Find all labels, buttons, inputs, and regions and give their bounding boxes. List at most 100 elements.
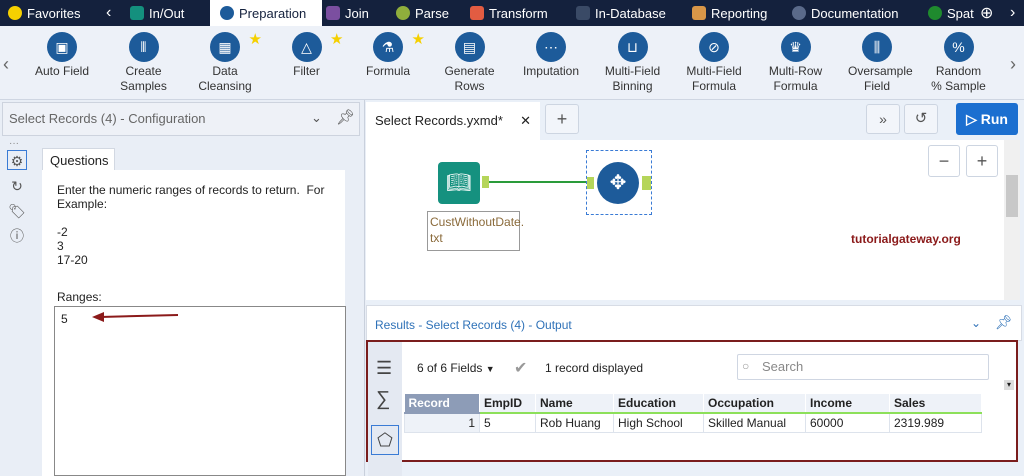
cell[interactable]: 2319.989: [889, 412, 982, 433]
input-anchor[interactable]: [587, 177, 594, 189]
scroll-right-icon[interactable]: ›: [1010, 54, 1016, 75]
category-tab-spat[interactable]: Spat: [928, 0, 974, 26]
tool-create-samples[interactable]: ⫴ Create Samples: [103, 32, 185, 94]
results-header: Results - Select Records (4) - Output ⌄ …: [366, 305, 1022, 341]
col-header[interactable]: Sales: [889, 394, 982, 414]
pin-icon[interactable]: 📌︎: [995, 314, 1013, 331]
search-placeholder: Search: [762, 359, 804, 374]
category-tab-documentation[interactable]: Documentation: [792, 0, 898, 26]
category-icon: [692, 6, 706, 20]
chevron-down-icon[interactable]: ⌄: [311, 110, 322, 126]
canvas-scrollbar[interactable]: [1004, 140, 1020, 300]
category-tab-join[interactable]: Join: [326, 0, 369, 26]
tool-filter[interactable]: △ Filter ★: [266, 32, 348, 79]
category-tab-transform[interactable]: Transform: [470, 0, 548, 26]
add-category-icon[interactable]: ⊕: [980, 0, 993, 26]
new-tab-button[interactable]: +: [545, 104, 579, 134]
col-header[interactable]: Record: [404, 394, 480, 414]
run-button[interactable]: ▷ Run: [956, 103, 1018, 135]
fields-list-icon[interactable]: ☰: [376, 358, 392, 379]
tool-multi-field-binning[interactable]: ⊔ Multi-Field Binning: [592, 32, 674, 94]
fields-dropdown[interactable]: 6 of 6 Fields ▼: [417, 361, 495, 375]
tool-auto-field[interactable]: ▣ Auto Field: [21, 32, 103, 79]
cell[interactable]: 1: [404, 412, 480, 433]
tab-questions[interactable]: Questions: [42, 148, 115, 171]
tool-icon: ▣: [47, 32, 77, 62]
tool-multi-row-formula[interactable]: ♛ Multi-Row Formula: [755, 32, 837, 94]
col-header[interactable]: Education: [613, 394, 704, 414]
tool-label: Auto Field: [34, 64, 90, 78]
record-count: 1 record displayed: [545, 361, 644, 375]
workflow-canvas[interactable]: − + 📖︎ ✥ CustWithoutDate. txt tutorialga…: [366, 140, 1004, 300]
ranges-input[interactable]: 5: [54, 306, 346, 476]
category-icon: [792, 6, 806, 20]
tool-icon: ⚗: [373, 32, 403, 62]
search-input[interactable]: ○ Search: [737, 354, 989, 380]
doc-tab-label: Select Records.yxmd*: [375, 113, 503, 128]
tool-data-cleansing[interactable]: ▦ Data Cleansing ★: [184, 32, 266, 94]
data-view-icon[interactable]: ⬠: [371, 425, 399, 455]
tool-label: Create Samples: [120, 64, 167, 93]
col-header[interactable]: EmpID: [479, 394, 536, 414]
category-label: Join: [345, 5, 369, 21]
close-icon[interactable]: ✕: [520, 113, 531, 129]
results-sidebar: ☰ ∑ ⬠: [368, 342, 402, 476]
chevron-down-icon[interactable]: ⌄: [971, 316, 981, 330]
tool-icon: ♛: [780, 32, 811, 62]
star-icon: ★: [411, 31, 425, 48]
category-tab-parse[interactable]: Parse: [396, 0, 449, 26]
category-label: Parse: [415, 5, 449, 21]
history-icon[interactable]: ↺: [904, 104, 938, 134]
chevron-left-icon[interactable]: ‹: [106, 0, 111, 26]
col-header[interactable]: Occupation: [703, 394, 806, 414]
arrow-annotation-icon: [92, 312, 179, 322]
col-header[interactable]: Name: [535, 394, 614, 414]
output-anchor[interactable]: [482, 176, 489, 188]
cell[interactable]: Rob Huang: [535, 412, 614, 433]
select-records-node[interactable]: ✥: [586, 150, 652, 215]
tool-imputation[interactable]: ⋯ Imputation: [510, 32, 592, 79]
zoom-in-button[interactable]: +: [966, 145, 998, 177]
tool-random-sample[interactable]: % Random % Sample: [918, 32, 1000, 94]
play-icon: ▷: [966, 111, 981, 127]
tool-oversample-field[interactable]: ⫼ Oversample Field: [836, 32, 918, 94]
category-tab-in-out[interactable]: In/Out: [130, 0, 184, 26]
table-row[interactable]: 1 5 Rob Huang High School Skilled Manual…: [404, 412, 982, 433]
tool-label: Imputation: [522, 64, 580, 78]
watermark: tutorialgateway.org: [851, 232, 961, 246]
category-label: Reporting: [711, 5, 768, 21]
caret-down-icon: ▼: [485, 364, 495, 374]
category-tab-in-database[interactable]: In-Database: [576, 0, 666, 26]
tool-generate-rows[interactable]: ▤ Generate Rows: [429, 32, 511, 94]
tab-select-records[interactable]: Select Records.yxmd* ✕: [366, 102, 540, 140]
tool-formula[interactable]: ⚗ Formula ★: [347, 32, 429, 79]
tool-multi-field-formula[interactable]: ⊘ Multi-Field Formula: [673, 32, 755, 94]
cell[interactable]: High School: [613, 412, 704, 433]
chevron-right-icon[interactable]: ›: [1010, 0, 1015, 26]
category-tab-preparation[interactable]: Preparation: [210, 0, 322, 26]
tool-palette: ‹ › ▣ Auto Field ⫴ Create Samples ▦ Data Clea…: [0, 26, 1024, 100]
cell[interactable]: Skilled Manual: [703, 412, 806, 433]
scroll-down-icon[interactable]: ▾: [1004, 380, 1014, 390]
category-tab-favorites[interactable]: Favorites: [8, 0, 80, 26]
expand-icon[interactable]: »: [866, 104, 900, 134]
input-node-label: CustWithoutDate. txt: [427, 211, 524, 251]
category-label: In/Out: [149, 5, 185, 21]
output-anchor[interactable]: [642, 176, 651, 190]
tag-icon[interactable]: 🏷︎: [7, 201, 27, 221]
summary-icon[interactable]: ∑: [376, 388, 390, 411]
scroll-left-icon[interactable]: ‹: [3, 54, 9, 75]
pin-icon[interactable]: 📌︎: [336, 108, 355, 126]
help-icon[interactable]: ⓘ: [7, 226, 27, 246]
input-data-node-icon[interactable]: 📖︎: [438, 162, 480, 204]
category-tab-reporting[interactable]: Reporting: [692, 0, 767, 26]
cell[interactable]: 5: [479, 412, 536, 433]
zoom-out-button[interactable]: −: [928, 145, 960, 177]
star-icon: ★: [248, 31, 262, 48]
col-header[interactable]: Income: [805, 394, 890, 414]
connection-icon[interactable]: ↻: [7, 176, 27, 196]
check-icon: ✔: [514, 360, 528, 377]
cell[interactable]: 60000: [805, 412, 890, 433]
instructions-text: Enter the numeric ranges of records to r…: [57, 183, 325, 267]
gear-icon[interactable]: ⚙: [7, 150, 27, 170]
